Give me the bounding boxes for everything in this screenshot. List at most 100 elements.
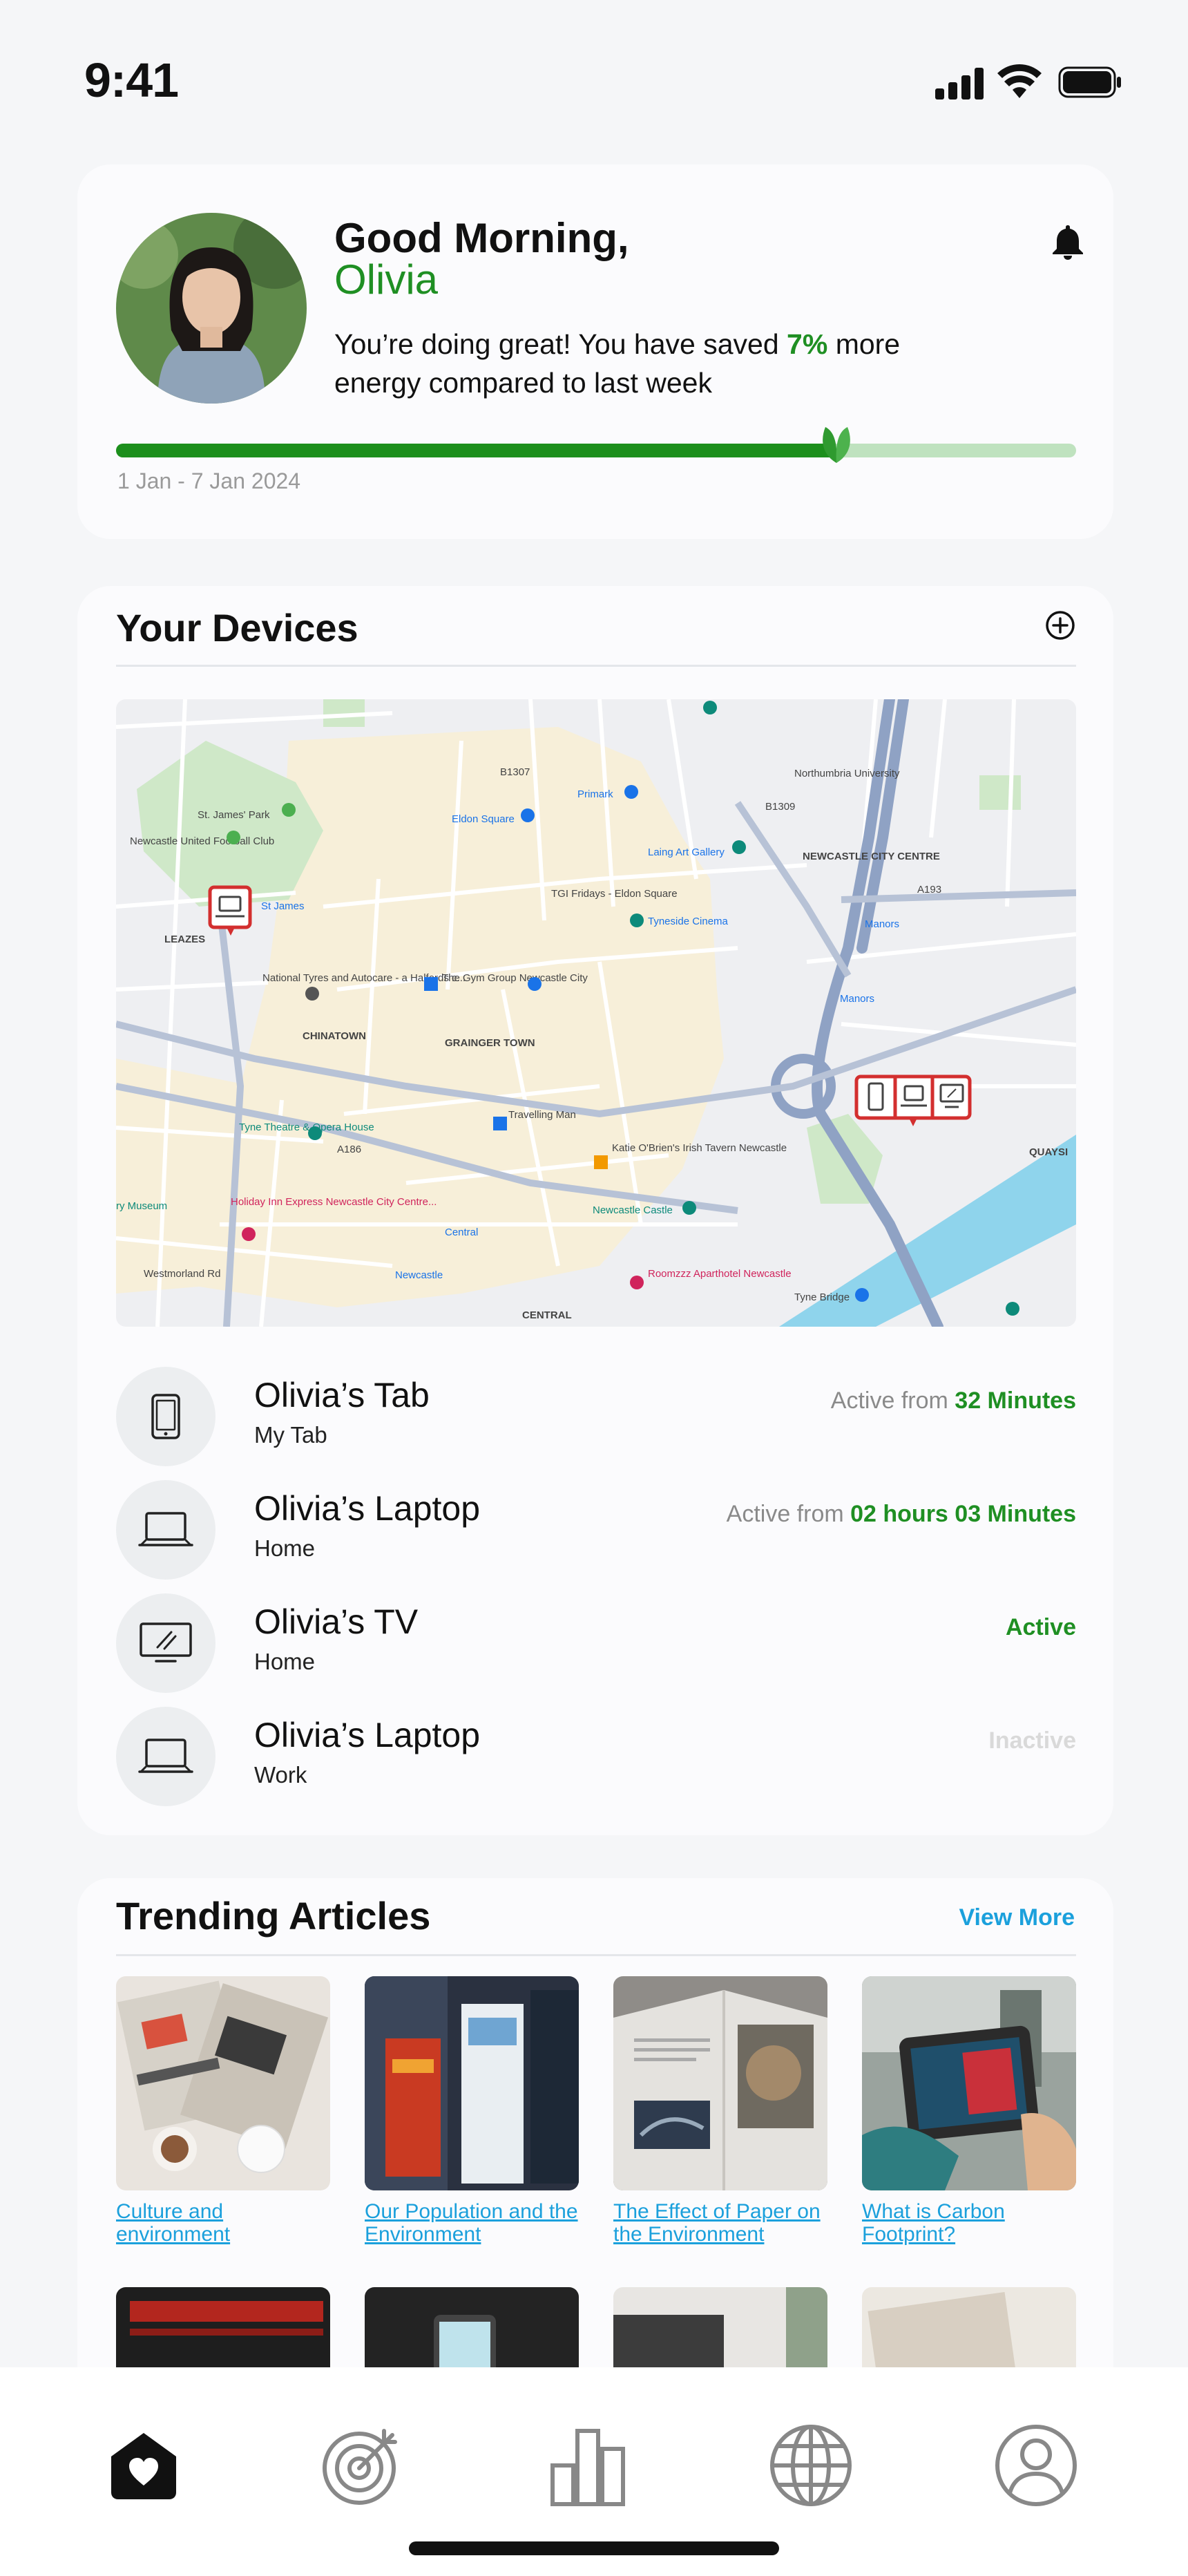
greeting-card: Good Morning, Olivia You’re doing great!… <box>77 164 1113 539</box>
device-status: Active <box>1005 1614 1076 1640</box>
map-label: Newcastle <box>395 1269 443 1281</box>
status-time: 9:41 <box>84 53 179 107</box>
savings-message: You’re doing great! You have saved 7% mo… <box>334 325 956 402</box>
article-image <box>365 1976 579 2190</box>
device-location: My Tab <box>254 1422 327 1448</box>
device-row[interactable]: Olivia’s Laptop Home Active from 02 hour… <box>116 1480 1076 1584</box>
article-title[interactable]: Culture and environment <box>116 2200 330 2246</box>
map-label: B1307 <box>500 766 530 778</box>
device-row[interactable]: Olivia’s TV Home Active <box>116 1593 1076 1697</box>
device-icon-circle <box>116 1593 215 1693</box>
device-status-value: 02 hours 03 Minutes <box>850 1501 1076 1527</box>
devices-map-pin[interactable] <box>854 1074 972 1126</box>
device-location: Home <box>254 1649 316 1674</box>
map-label: Tyne Theatre & Opera House <box>239 1121 374 1133</box>
map-label: St James <box>261 900 305 912</box>
tablet-icon <box>151 1394 180 1439</box>
device-status: Inactive <box>988 1727 1076 1754</box>
map-label: CENTRAL <box>522 1309 572 1321</box>
wifi-icon <box>997 64 1042 98</box>
energy-progress-bar <box>116 444 1076 457</box>
map-label: CHINATOWN <box>303 1030 366 1042</box>
profile-icon[interactable] <box>993 2423 1079 2508</box>
signal-icon <box>935 68 984 100</box>
device-icon-circle <box>116 1480 215 1580</box>
map-label: QUAYSI <box>1029 1146 1068 1158</box>
tab-home[interactable] <box>95 2417 192 2514</box>
device-status: Active from 32 Minutes <box>831 1388 1076 1414</box>
map-label: Newcastle Castle <box>593 1204 673 1216</box>
globe-icon[interactable] <box>768 2423 854 2508</box>
map-label: B1309 <box>765 801 795 813</box>
map-label: The Gym Group Newcastle City <box>442 972 588 984</box>
avatar[interactable] <box>116 213 307 404</box>
map-label: Primark <box>577 788 613 800</box>
progress-fill <box>116 444 836 457</box>
device-status-prefix: Active from <box>726 1501 851 1527</box>
stats-icon[interactable] <box>547 2424 630 2507</box>
device-location: Home <box>254 1535 316 1561</box>
map-label: Westmorland Rd <box>144 1268 220 1280</box>
savings-prefix: You’re doing great! You have saved <box>334 328 787 360</box>
laptop-icon <box>138 1739 193 1773</box>
laptop-icon <box>138 1512 193 1546</box>
map-label: A186 <box>337 1144 361 1155</box>
device-name: Olivia’s Laptop <box>254 1489 481 1528</box>
device-row[interactable]: Olivia’s Tab My Tab Active from 32 Minut… <box>116 1367 1076 1470</box>
tab-profile[interactable] <box>988 2417 1084 2514</box>
map-label: Central <box>445 1227 478 1238</box>
tv-icon <box>140 1622 192 1663</box>
map-label: Tyne Bridge <box>794 1291 850 1303</box>
map-label: Manors <box>865 918 899 930</box>
article-card[interactable]: Culture and environment <box>116 1976 330 2246</box>
battery-icon <box>1058 66 1121 98</box>
map-label: GRAINGER TOWN <box>445 1037 535 1049</box>
map-label: Laing Art Gallery <box>648 846 725 858</box>
device-name: Olivia’s Laptop <box>254 1716 481 1754</box>
device-name: Olivia’s TV <box>254 1602 419 1641</box>
greeting-text: Good Morning, <box>334 215 629 261</box>
laptop-map-pin[interactable] <box>208 885 252 936</box>
device-location: Work <box>254 1762 307 1788</box>
article-image <box>116 1976 330 2190</box>
home-indicator <box>409 2541 779 2555</box>
article-image <box>862 1976 1076 2190</box>
map-label: Tyneside Cinema <box>648 916 729 927</box>
device-icon-circle <box>116 1367 215 1466</box>
bell-icon[interactable] <box>1051 224 1084 260</box>
map-label: Roomzzz Aparthotel Newcastle <box>648 1268 792 1280</box>
device-map[interactable]: St. James' Park Newcastle United Footbal… <box>116 699 1076 1327</box>
device-row[interactable]: Olivia’s Laptop Work Inactive <box>116 1707 1076 1810</box>
map-label: ry Museum <box>116 1200 167 1212</box>
savings-percent: 7% <box>787 328 828 360</box>
divider <box>116 665 1076 667</box>
map-label: Manors <box>840 993 874 1005</box>
map-label: Northumbria University <box>794 768 900 779</box>
target-icon[interactable] <box>320 2424 403 2507</box>
map-label: A193 <box>917 884 941 896</box>
home-icon[interactable] <box>106 2427 182 2503</box>
map-label: LEAZES <box>164 934 205 945</box>
map-label: TGI Fridays - Eldon Square <box>551 888 678 900</box>
tab-explore[interactable] <box>763 2417 859 2514</box>
device-status-value: 32 Minutes <box>955 1388 1076 1414</box>
map-label: Katie O'Brien's Irish Tavern Newcastle <box>612 1142 787 1154</box>
article-card[interactable]: Our Population and the Environment <box>365 1976 579 2246</box>
device-status-prefix: Active from <box>830 1388 955 1414</box>
device-name: Olivia’s Tab <box>254 1376 430 1414</box>
tab-stats[interactable] <box>540 2417 637 2514</box>
map-label: St. James' Park <box>198 809 270 821</box>
article-title[interactable]: Our Population and the Environment <box>365 2200 579 2246</box>
tab-bar <box>0 2367 1188 2576</box>
article-card[interactable]: The Effect of Paper on the Environment <box>613 1976 827 2246</box>
map-label: Holiday Inn Express Newcastle City Centr… <box>231 1196 437 1208</box>
article-title[interactable]: What is Carbon Footprint? <box>862 2200 1076 2246</box>
leaf-icon <box>822 427 850 463</box>
tab-goals[interactable] <box>314 2417 410 2514</box>
map-label: Eldon Square <box>452 813 515 825</box>
article-title[interactable]: The Effect of Paper on the Environment <box>613 2200 827 2246</box>
view-more-link[interactable]: View More <box>959 1904 1075 1931</box>
article-card[interactable]: What is Carbon Footprint? <box>862 1976 1076 2246</box>
add-device-icon[interactable] <box>1044 609 1076 641</box>
device-icon-circle <box>116 1707 215 1806</box>
